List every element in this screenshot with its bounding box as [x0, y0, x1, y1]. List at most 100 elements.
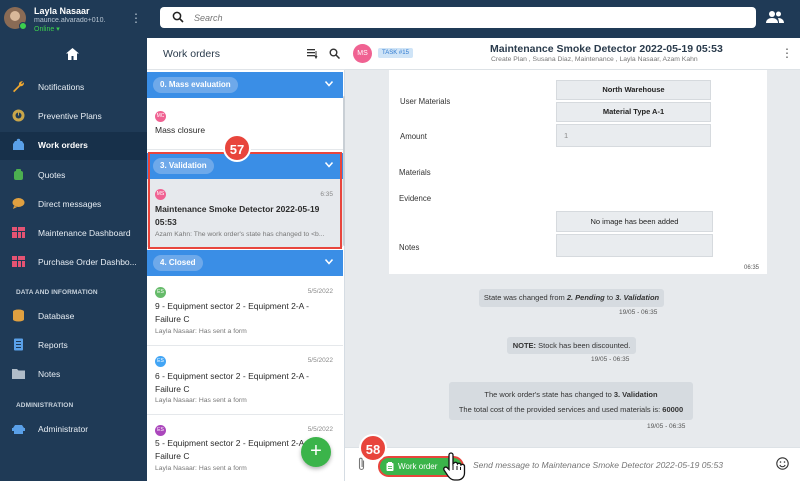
step-badge: 57: [223, 134, 251, 162]
chevron-down-icon: ▾: [56, 26, 60, 33]
sidebar-item-database[interactable]: Database: [0, 303, 147, 329]
field-label: Amount: [400, 132, 427, 141]
selection-highlight: [148, 152, 342, 249]
sidebar-item-label: Preventive Plans: [38, 111, 102, 121]
no-image-notice: No image has been added: [556, 211, 713, 232]
sidebar-item-label: Quotes: [38, 170, 66, 180]
message-line: The work order's state has changed to 3.…: [449, 387, 693, 402]
folder-icon: [12, 369, 25, 379]
sidebar-item-administrator[interactable]: Administrator: [0, 416, 147, 442]
sidebar-item-label: Maintenance Dashboard: [38, 228, 131, 238]
hand-cursor-icon: [443, 452, 466, 481]
dashboard-icon: [12, 256, 25, 267]
section-heading-administration: ADMINISTRATION: [16, 402, 74, 409]
quote-icon: [14, 169, 23, 180]
reports-icon: [14, 338, 23, 351]
sidebar-item-quotes[interactable]: Quotes: [0, 162, 147, 188]
add-work-order-button[interactable]: +: [301, 437, 331, 467]
list-item[interactable]: ES 5/5/2022 6 - Equipment sector 2 - Equ…: [147, 346, 343, 415]
dashboard-icon: [12, 227, 25, 238]
list-title: Work orders: [163, 48, 220, 60]
emoji-icon[interactable]: [776, 457, 789, 470]
clipboard-icon: [13, 138, 24, 150]
work-orders-list-pane: Work orders 0. Mass evaluation MC Mass c…: [147, 38, 345, 481]
chat-title: Maintenance Smoke Detector 2022-05-19 05…: [490, 43, 723, 55]
message-text: State was changed from: [483, 293, 567, 302]
people-icon[interactable]: [766, 10, 784, 24]
sidebar-item-preventive-plans[interactable]: Preventive Plans: [0, 103, 147, 129]
sidebar-item-work-orders[interactable]: Work orders: [0, 132, 147, 160]
sidebar-item-label: Work orders: [38, 140, 88, 150]
sidebar-item-label: Direct messages: [38, 199, 102, 209]
message-text: to: [604, 293, 616, 302]
sidebar-item-label: Administrator: [38, 424, 89, 434]
clipboard-icon: [386, 462, 394, 471]
sidebar-item-reports[interactable]: Reports: [0, 332, 147, 358]
search-bar[interactable]: [160, 7, 756, 28]
material-type-value: Material Type A-1: [556, 102, 711, 122]
sidebar: Notifications Preventive Plans Work orde…: [0, 38, 147, 481]
card-preview: Layla Nasaar: Has sent a form: [155, 397, 247, 404]
status-label: Online: [34, 26, 55, 33]
card-preview: Layla Nasaar: Has sent a form: [155, 465, 247, 472]
sidebar-item-purchase-order-dashboard[interactable]: Purchase Order Dashbo...: [0, 249, 147, 275]
group-label: 4. Closed: [153, 255, 203, 271]
sidebar-item-notifications[interactable]: Notifications: [0, 74, 147, 100]
search-icon[interactable]: [329, 48, 340, 59]
message-time: 19/05 - 06:35: [619, 309, 658, 316]
list-item[interactable]: ES 5/5/2022 9 - Equipment sector 2 - Equ…: [147, 276, 343, 346]
filter-list-icon[interactable]: [307, 48, 318, 59]
sidebar-item-label: Notes: [38, 369, 61, 379]
group-header-closed[interactable]: 4. Closed: [147, 250, 343, 276]
warehouse-value: North Warehouse: [556, 80, 711, 100]
chat-input-bar: Work order: [345, 447, 800, 481]
top-bar: Layla Nasaar maurice.alvarado+010... Onl…: [0, 0, 800, 38]
avatar: ES: [155, 287, 166, 298]
step-badge: 58: [359, 434, 387, 462]
search-input[interactable]: [194, 7, 734, 28]
amount-value: 1: [556, 124, 711, 147]
sidebar-item-notes[interactable]: Notes: [0, 361, 147, 387]
vertical-dots-icon[interactable]: ⋮: [781, 46, 793, 60]
chat-participants: Create Plan , Susana Diaz, Maintenance ,…: [491, 56, 698, 63]
app-window: Layla Nasaar maurice.alvarado+010... Onl…: [0, 0, 800, 481]
message-note-label: NOTE:: [512, 341, 537, 350]
sidebar-item-label: Purchase Order Dashbo...: [38, 257, 137, 267]
card-date: 5/5/2022: [307, 357, 333, 364]
message-text: Stock has been discounted.: [536, 341, 631, 350]
message-input[interactable]: [473, 457, 773, 473]
field-label: Materials: [399, 168, 431, 177]
group-header-mass-evaluation[interactable]: 0. Mass evaluation: [147, 72, 343, 98]
avatar: ES: [155, 356, 166, 367]
home-icon[interactable]: [66, 48, 79, 60]
user-name: Layla Nasaar: [34, 6, 90, 16]
avatar: ES: [155, 425, 166, 436]
message-text: The work order's state has changed to: [484, 390, 614, 399]
avatar: MC: [155, 111, 166, 122]
user-profile[interactable]: Layla Nasaar maurice.alvarado+010... Onl…: [4, 4, 144, 34]
work-order-button-label: Work order: [398, 462, 438, 471]
card-date: 5/5/2022: [307, 426, 333, 433]
admin-icon: [12, 425, 25, 434]
chat-header: MS TASK #15 Maintenance Smoke Detector 2…: [345, 38, 800, 70]
chevron-down-icon[interactable]: [325, 259, 333, 265]
message-state-from: 2. Pending: [566, 293, 605, 302]
form-message-card: User Materials North Warehouse Material …: [389, 70, 767, 274]
task-badge: TASK #15: [378, 48, 413, 58]
card-title: 9 - Equipment sector 2 - Equipment 2-A -…: [155, 301, 310, 324]
user-status[interactable]: Online ▾: [34, 25, 60, 33]
user-email: maurice.alvarado+010...: [34, 17, 106, 24]
sidebar-item-label: Notifications: [38, 82, 85, 92]
chevron-down-icon[interactable]: [325, 81, 333, 87]
section-heading-data: DATA AND INFORMATION: [16, 289, 98, 296]
sidebar-item-direct-messages[interactable]: Direct messages: [0, 191, 147, 217]
sidebar-item-maintenance-dashboard[interactable]: Maintenance Dashboard: [0, 220, 147, 246]
field-label: User Materials: [400, 97, 451, 106]
list-header: Work orders: [147, 38, 345, 70]
vertical-dots-icon[interactable]: ⋮: [130, 12, 142, 24]
avatar[interactable]: MS: [353, 44, 372, 63]
search-icon: [172, 11, 184, 23]
message-line: The total cost of the provided services …: [449, 402, 693, 417]
card-title: 6 - Equipment sector 2 - Equipment 2-A -…: [155, 371, 310, 394]
sidebar-item-label: Reports: [38, 340, 68, 350]
